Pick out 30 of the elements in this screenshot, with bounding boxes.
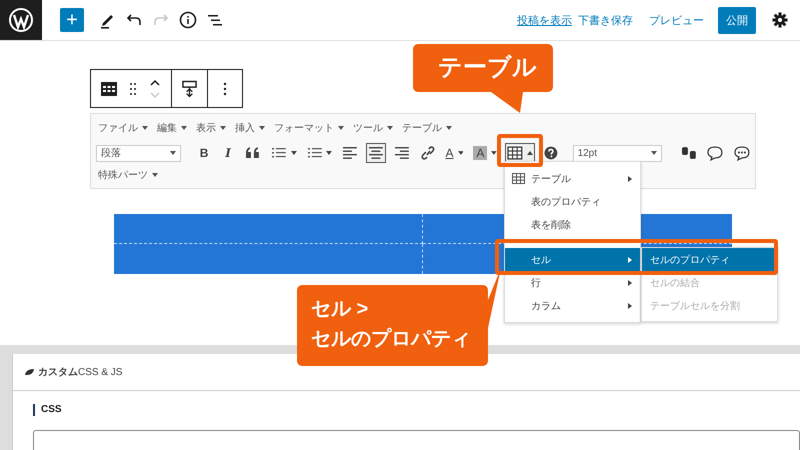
menu-item[interactable]: 表を削除: [505, 213, 640, 236]
panel-title: カスタムCSS & JS: [38, 366, 122, 379]
font-size-select[interactable]: 12pt: [572, 144, 662, 162]
publish-button[interactable]: 公開: [718, 6, 756, 34]
section-label: CSS: [33, 404, 800, 416]
callout-text: テーブル: [438, 53, 537, 83]
preview-button[interactable]: プレビュー: [649, 12, 704, 28]
menu-item[interactable]: 行: [505, 271, 640, 294]
add-block-button[interactable]: +: [60, 8, 84, 32]
menu-item[interactable]: セル: [505, 248, 640, 271]
menu-item[interactable]: セルのプロパティ: [642, 248, 777, 271]
save-draft-link[interactable]: 下書き保存: [578, 12, 633, 28]
menu-item[interactable]: 挿入: [235, 121, 265, 135]
bold-button[interactable]: B: [195, 143, 214, 163]
menu-item[interactable]: 表のプロパティ: [505, 190, 640, 213]
view-post-link[interactable]: 投稿を表示: [517, 12, 572, 28]
menu-item[interactable]: 編集: [157, 121, 187, 135]
format-select[interactable]: 段落: [96, 144, 182, 162]
menu-item[interactable]: 表示: [196, 121, 226, 135]
italic-button[interactable]: I: [219, 143, 238, 163]
menu-item[interactable]: ツール: [353, 121, 393, 135]
menu-item[interactable]: テーブル: [402, 121, 452, 135]
menu-item[interactable]: ファイル: [98, 121, 148, 135]
menu-item[interactable]: テーブル: [505, 167, 640, 190]
menu-item[interactable]: フォーマット: [274, 121, 344, 135]
callout-text: セル > セルのプロパティ: [311, 297, 471, 352]
menu-item[interactable]: カラム: [505, 294, 640, 317]
special-characters-menu[interactable]: 特殊パーツ: [98, 168, 158, 182]
text-color-button[interactable]: A: [444, 143, 466, 163]
back-color-button[interactable]: A: [471, 143, 500, 163]
